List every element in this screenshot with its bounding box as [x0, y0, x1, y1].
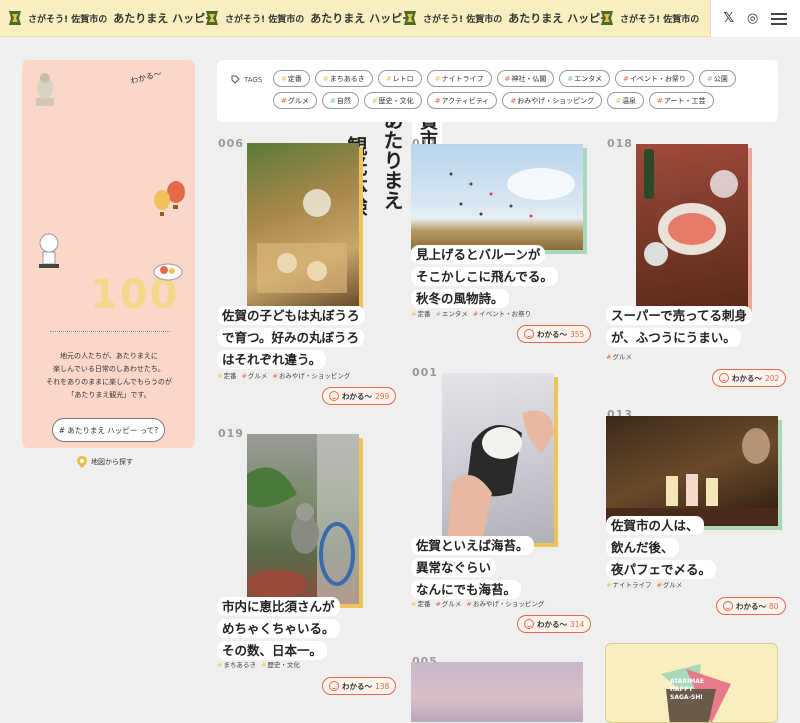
card-caption[interactable]: 佐賀市の人は、 飲んだ後、 夜パフェで〆る。: [606, 516, 717, 579]
instagram-icon[interactable]: ◎: [747, 11, 758, 26]
marquee-item: さがそう! 佐賀市の あたりまえ ハッピー: [8, 9, 216, 27]
parfait-illustration: [606, 428, 778, 526]
card-photo[interactable]: [247, 434, 359, 604]
card-tags: #グルメ: [606, 353, 632, 361]
tag-icon: [231, 75, 240, 84]
tag-filter[interactable]: # 神社・仏閣: [496, 70, 555, 87]
divider: [50, 331, 170, 332]
marquee-big-text: あたりまえ ハッピー: [508, 12, 612, 25]
wakaru-button[interactable]: わかる〜 314: [517, 615, 592, 633]
balloon-icon: [154, 181, 185, 216]
marquee-small-text: さがそう! 佐賀市の: [620, 14, 700, 25]
card-photo[interactable]: [247, 143, 359, 307]
card-tags: #まちあるき #歴史・文化: [217, 661, 300, 669]
wakaru-button[interactable]: わかる〜 202: [712, 369, 787, 387]
sidebar-wakaru-text: わかる〜: [129, 69, 163, 86]
card-photo[interactable]: [411, 662, 583, 722]
x-icon[interactable]: 𝕏: [724, 11, 734, 26]
smile-icon: [329, 391, 339, 401]
card-photo[interactable]: [442, 373, 554, 543]
map-link-label: 地図から探す: [91, 458, 133, 466]
title-col-2: あたりまえ: [380, 110, 404, 210]
card-caption[interactable]: 佐賀といえば海苔。 異常なぐらい なんにでも海苔。: [411, 536, 534, 599]
marquee-small-text: さがそう! 佐賀市の: [28, 14, 108, 25]
tags-header: TAGS: [231, 75, 262, 84]
card-tags: #定番 #グルメ #おみやげ・ショッピング: [411, 600, 545, 608]
leaf-icon: [601, 11, 613, 25]
tags-label: TAGS: [244, 75, 263, 84]
tag-filter[interactable]: # 公園: [698, 70, 736, 87]
smile-icon: [524, 329, 534, 339]
card-number: 001: [412, 366, 438, 379]
food-illustration: [153, 263, 183, 281]
tag-filter[interactable]: # 温泉: [607, 92, 645, 109]
tag-filter[interactable]: # イベント・お祭り: [615, 70, 694, 87]
tag-filter[interactable]: # アート・工芸: [649, 92, 714, 109]
smile-icon: [719, 373, 729, 383]
marquee-small-text: さがそう! 佐賀市の: [225, 14, 305, 25]
about-button[interactable]: # あたりまえ ハッピー って?: [52, 418, 165, 442]
map-pin-icon: [77, 456, 87, 468]
smile-icon: [329, 681, 339, 691]
marquee-item: さがそう! 佐賀市の: [600, 9, 699, 27]
leaf-icon: [9, 11, 21, 25]
tag-filter[interactable]: # おみやげ・ショッピング: [502, 92, 603, 109]
card-photo[interactable]: [636, 144, 748, 308]
sidebar-description: 地元の人たちが、あたりまえに 楽しんでいる日常のしあわせたち。 それをありのまま…: [46, 352, 172, 399]
card-photo[interactable]: [606, 416, 778, 526]
marquee-big-text: あたりまえ ハッピー: [113, 12, 217, 25]
card-number: 018: [607, 137, 633, 150]
card-number: 006: [218, 137, 244, 150]
sashimi-illustration: [644, 149, 738, 266]
wakaru-button[interactable]: わかる〜 138: [322, 677, 397, 695]
wakaru-button[interactable]: わかる〜 355: [517, 325, 592, 343]
card-tags: #ナイトライフ #グルメ: [606, 581, 683, 589]
header-actions: 𝕏 ◎: [710, 0, 800, 37]
header-marquee: さがそう! 佐賀市の あたりまえ ハッピー さがそう! 佐賀市の あたりまえ ハ…: [0, 0, 710, 37]
tag-filter[interactable]: # 定番: [273, 70, 310, 87]
smile-icon: [723, 601, 733, 611]
card-number: 019: [218, 427, 244, 440]
promo-text: ATARIMAE HAPPY SAGA-SHI: [670, 678, 705, 701]
tag-filter[interactable]: # グルメ: [273, 92, 317, 109]
onigiri-illustration: [447, 410, 554, 543]
tag-list: # 定番 # まちあるき # レトロ # ナイトライフ # 神社・仏閣 # エンタメ # イベント・お祭り…: [273, 70, 768, 109]
card-tags: #定番 #グルメ #おみやげ・ショッピング: [217, 372, 351, 380]
marquee-item: さがそう! 佐賀市の あたりまえ ハッピー: [403, 9, 611, 27]
card-caption[interactable]: 佐賀の子どもは丸ぼうろ で育つ。好みの丸ぼうろ はそれぞれ違う。: [217, 306, 365, 369]
card-caption[interactable]: 見上げるとバルーンが そこかしこに飛んでる。 秋冬の風物詩。: [411, 245, 558, 308]
marquee-big-text: あたりまえ ハッピー: [310, 12, 414, 25]
tag-filter[interactable]: # アクティビティ: [426, 92, 498, 109]
smile-icon: [524, 619, 534, 629]
leaf-icon: [404, 11, 416, 25]
tag-filter[interactable]: # まちあるき: [314, 70, 373, 87]
figure-illustration: [39, 233, 59, 268]
tag-filter[interactable]: # 自然: [321, 92, 359, 109]
tag-filter[interactable]: # ナイトライフ: [426, 70, 492, 87]
wakaru-button[interactable]: わかる〜 299: [322, 387, 397, 405]
hamburger-menu-icon[interactable]: [771, 12, 788, 25]
card-caption[interactable]: スーパーで売ってる刺身 が、ふつうにうまい。: [606, 306, 753, 347]
tag-filter[interactable]: # 歴史・文化: [363, 92, 422, 109]
marquee-item: さがそう! 佐賀市の あたりまえ ハッピー: [205, 9, 413, 27]
balloons-illustration: [449, 168, 575, 218]
promo-card[interactable]: ATARIMAE HAPPY SAGA-SHI: [605, 643, 778, 723]
ebisu-illustration: [247, 434, 359, 604]
sidebar: わかる〜 佐賀市の あたりまえ 観光体験 100 地元の人たちが、あたりまえに …: [22, 60, 442, 468]
map-search-link[interactable]: 地図から探す: [77, 456, 133, 468]
card-photo[interactable]: [411, 144, 583, 250]
leaf-icon: [206, 11, 218, 25]
tags-panel: TAGS # 定番 # まちあるき # レトロ # ナイトライフ # 神社・仏閣 # エンタメ # イベン…: [217, 60, 778, 122]
statue-illustration: [36, 73, 54, 106]
tag-filter[interactable]: # エンタメ: [559, 70, 611, 87]
marquee-small-text: さがそう! 佐賀市の: [423, 14, 503, 25]
card-tags: #定番 #エンタメ #イベント・お祭り: [411, 310, 532, 318]
card-caption[interactable]: 市内に恵比須さんが めちゃくちゃいる。 その数、日本一。: [217, 597, 340, 660]
photo-illustration: [257, 189, 347, 293]
tag-filter[interactable]: # レトロ: [377, 70, 422, 87]
wakaru-button[interactable]: わかる〜 80: [716, 597, 786, 615]
